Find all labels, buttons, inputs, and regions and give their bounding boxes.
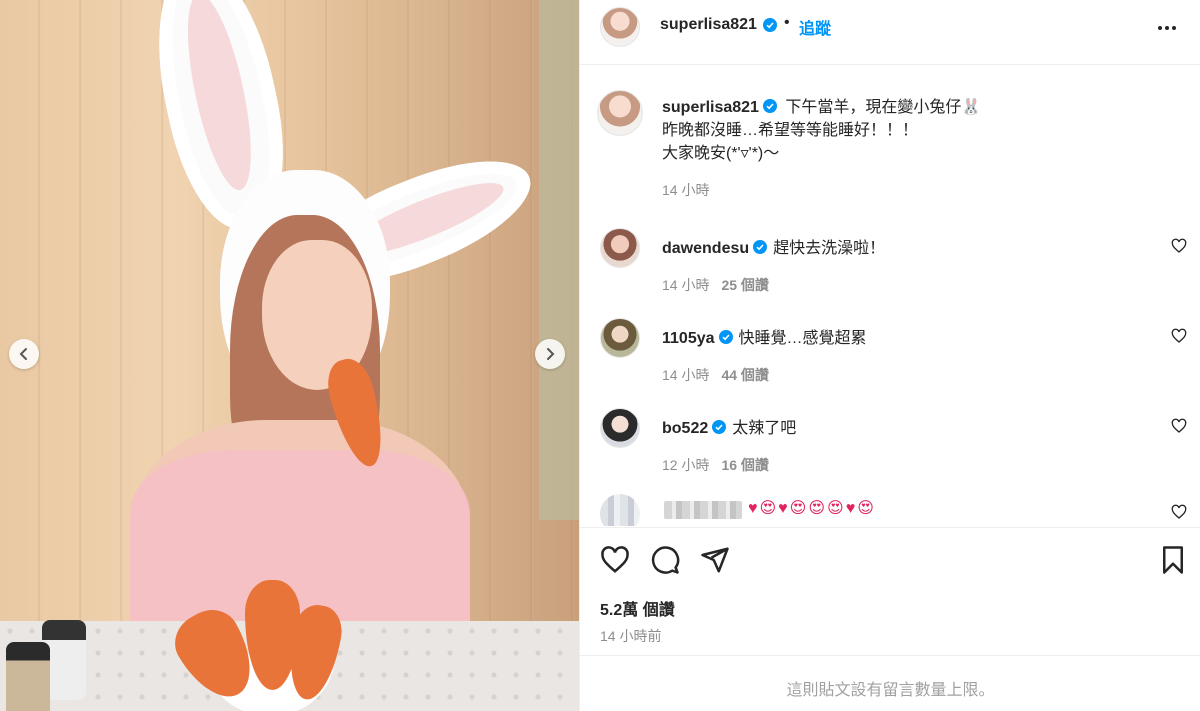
author-username[interactable]: superlisa821 (660, 16, 757, 34)
next-photo-button[interactable] (535, 339, 565, 369)
pepper-shaker (6, 642, 50, 711)
comment-icon[interactable] (650, 545, 680, 575)
likes-count[interactable]: 5.2萬 個讚 (600, 596, 675, 620)
heart-icon[interactable] (1171, 238, 1187, 254)
comment-text: 趕快去洗澡啦！ (773, 240, 886, 257)
blurred-username (664, 501, 742, 519)
avatar[interactable] (600, 228, 640, 268)
comment-likes[interactable]: 44 個讚 (721, 367, 768, 383)
comment-time: 12 小時 (662, 457, 710, 473)
comment-item: ♥😍♥😍😍😍♥😍 (580, 494, 1200, 526)
post-panel: superlisa821 • 追蹤 superlisa821 下午當羊，現在變小… (579, 0, 1200, 711)
comments-list[interactable]: superlisa821 下午當羊，現在變小兔仔🐰 昨晚都沒睡…希望等等能睡好！… (580, 66, 1200, 526)
verified-icon (763, 18, 777, 32)
comment-meta: 14 小時 25 個讚 (662, 275, 769, 295)
verified-icon (762, 99, 777, 113)
heart-icon[interactable] (1171, 418, 1187, 434)
comment-time: 14 小時 (662, 277, 710, 293)
comment-limit-notice: 這則貼文設有留言數量上限。 (786, 682, 995, 699)
avatar[interactable] (600, 7, 640, 47)
comment-text: ♥😍♥😍😍😍♥😍 (748, 500, 876, 517)
post-timestamp: 14 小時前 (600, 628, 662, 644)
avatar[interactable] (600, 408, 640, 448)
comment-meta: 12 小時 16 個讚 (662, 455, 769, 475)
comment-line: dawendesu 趕快去洗澡啦！ (662, 234, 885, 258)
share-icon[interactable] (700, 545, 730, 575)
comment-username[interactable]: bo522 (662, 420, 708, 437)
caption-text: superlisa821 下午當羊，現在變小兔仔🐰 昨晚都沒睡…希望等等能睡好！… (662, 96, 1162, 165)
comment-limit-bar: 這則貼文設有留言數量上限。 (580, 655, 1200, 711)
verified-icon (753, 240, 768, 254)
chevron-right-icon (547, 348, 555, 360)
follow-button[interactable]: 追蹤 (799, 15, 831, 39)
caption-line: 下午當羊，現在變小兔仔🐰 (785, 99, 982, 116)
comment-text: 快睡覺…感覺超累 (738, 330, 867, 347)
caption-username[interactable]: superlisa821 (662, 99, 759, 116)
comment-line: bo522 太辣了吧 (662, 414, 796, 438)
avatar[interactable] (600, 318, 640, 358)
comment-text: 太辣了吧 (732, 420, 797, 437)
comment-item: dawendesu 趕快去洗澡啦！ 14 小時 25 個讚 (580, 228, 1200, 318)
avatar-blurred[interactable] (600, 494, 640, 526)
caption-line: 大家晚安(*'▿'*)～ (662, 145, 780, 162)
avatar[interactable] (597, 90, 643, 136)
verified-icon (712, 420, 727, 434)
wall-strip (539, 0, 579, 520)
comment-username[interactable]: 1105ya (662, 330, 715, 347)
chevron-left-icon (19, 348, 27, 360)
verified-icon (718, 330, 733, 344)
previous-photo-button[interactable] (9, 339, 39, 369)
comment-line: ♥😍♥😍😍😍♥😍 (748, 498, 876, 518)
comment-likes[interactable]: 16 個讚 (721, 457, 768, 473)
comment-item: bo522 太辣了吧 12 小時 16 個讚 (580, 408, 1200, 498)
comment-item: 1105ya 快睡覺…感覺超累 14 小時 44 個讚 (580, 318, 1200, 408)
post-header: superlisa821 • 追蹤 (580, 0, 1200, 65)
comment-time: 14 小時 (662, 367, 710, 383)
bookmark-icon[interactable] (1158, 545, 1188, 575)
heart-icon[interactable] (1171, 328, 1187, 344)
comment-meta: 14 小時 44 個讚 (662, 365, 769, 385)
action-bar (580, 527, 1200, 581)
caption-line: 昨晚都沒睡…希望等等能睡好！！！ (662, 122, 919, 139)
heart-icon[interactable] (1171, 504, 1187, 520)
more-icon[interactable] (1155, 16, 1179, 40)
comment-likes[interactable]: 25 個讚 (721, 277, 768, 293)
caption-time: 14 小時 (662, 182, 710, 198)
comment-username[interactable]: dawendesu (662, 240, 749, 257)
separator-dot: • (784, 14, 790, 31)
comment-line: 1105ya 快睡覺…感覺超累 (662, 324, 867, 348)
post-photo (0, 0, 579, 711)
heart-icon[interactable] (600, 545, 630, 575)
